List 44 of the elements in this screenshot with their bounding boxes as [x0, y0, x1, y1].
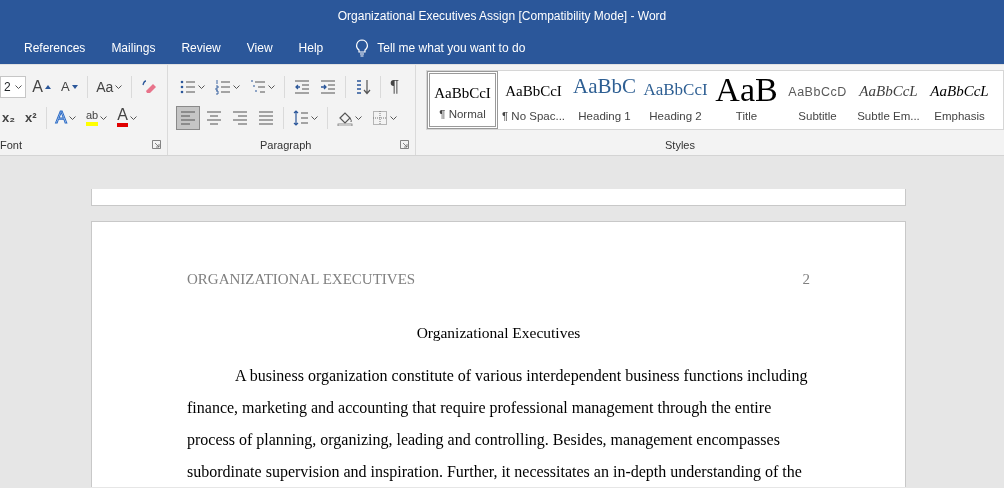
- up-triangle-icon: [44, 84, 51, 89]
- group-label: Font: [0, 137, 23, 153]
- ribbon-tab[interactable]: References: [14, 35, 96, 61]
- style-gallery-item[interactable]: AaBbCcI ¶ Normal: [427, 71, 498, 129]
- caret-icon: [15, 84, 23, 89]
- tell-me-field[interactable]: Tell me what you want to do: [377, 39, 548, 57]
- ribbon-tab[interactable]: View: [236, 35, 283, 61]
- eraser-icon: [141, 78, 157, 95]
- dialog-launcher-icon: [400, 140, 409, 150]
- group-label: Paragraph: [260, 137, 312, 153]
- justify-icon: [258, 109, 274, 126]
- ribbon-tab[interactable]: Mailings: [101, 35, 166, 61]
- ribbon-tab[interactable]: Help: [288, 35, 334, 61]
- superscript-button[interactable]: x²: [21, 105, 41, 130]
- increase-indent-icon: [320, 78, 336, 95]
- dialog-launcher-icon: [152, 140, 161, 150]
- font-color-button[interactable]: A: [113, 105, 141, 130]
- body-paragraph: A business organization constitute of various interdependent business functions including finance, marketing and accounting that require professional management through the entire process of planning, organizing, leading and controlling. Besides, management encompasses subordinate supervision and inspiration. Further, it necessitates an in-depth understanding of the: [187, 365, 809, 483]
- lightbulb-icon: [355, 39, 370, 57]
- decrease-indent-icon: [294, 78, 310, 95]
- borders-icon: [372, 109, 388, 126]
- down-triangle-icon: [71, 84, 78, 89]
- align-left-button[interactable]: [176, 105, 200, 130]
- page-number: 2: [802, 270, 810, 289]
- change-case-button[interactable]: Aa: [92, 74, 127, 99]
- bullet-list-icon: [180, 78, 196, 95]
- window-title: Organizational Executives Assign [Compatibility Mode] - Word: [337, 8, 667, 25]
- shrink-font-button[interactable]: A: [56, 74, 82, 99]
- group-label: Styles: [665, 137, 695, 153]
- highlight-button[interactable]: ab: [81, 105, 112, 130]
- show-marks-button[interactable]: ¶: [386, 74, 404, 99]
- font-size-field[interactable]: 2: [0, 75, 27, 98]
- numbered-list-icon: [215, 78, 231, 95]
- align-center-icon: [206, 109, 222, 126]
- document-title: Organizational Executives: [415, 322, 582, 343]
- ribbon-tab[interactable]: Review: [171, 35, 231, 61]
- grow-font-button[interactable]: A: [28, 74, 55, 99]
- align-left-icon: [180, 109, 196, 126]
- align-right-icon: [232, 109, 248, 126]
- sort-icon: [355, 78, 371, 95]
- multilevel-list-icon: [250, 78, 266, 95]
- line-spacing-icon: [293, 109, 309, 126]
- running-header: ORGANIZATIONAL EXECUTIVES: [187, 270, 416, 289]
- subscript-button[interactable]: x₂: [0, 105, 19, 130]
